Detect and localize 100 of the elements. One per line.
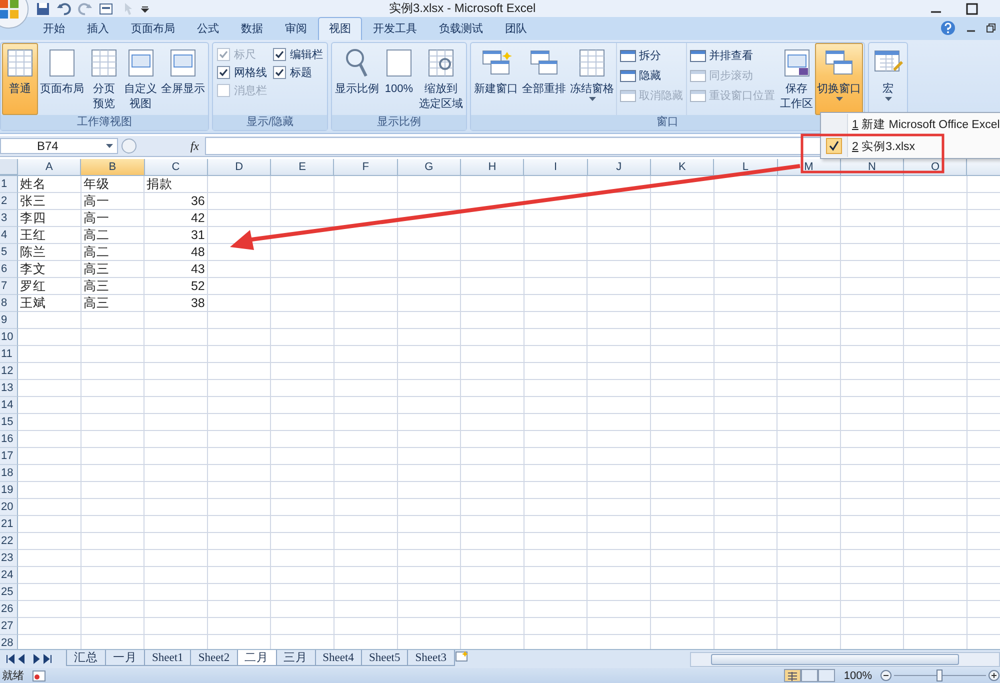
table-cell: 高一: [83, 193, 110, 210]
ribbon-button[interactable]: 全部重排: [520, 43, 568, 115]
ribbon-button[interactable]: 普通: [2, 43, 38, 115]
row-header[interactable]: 2: [0, 193, 18, 210]
row-header[interactable]: 18: [0, 465, 18, 482]
row-header[interactable]: 3: [0, 210, 18, 227]
sheet-tab[interactable]: 一月: [105, 650, 145, 666]
ribbon-tab[interactable]: 插入: [76, 17, 120, 40]
ribbon-button[interactable]: 显示比例: [333, 43, 381, 115]
row-header[interactable]: 23: [0, 550, 18, 567]
column-header[interactable]: B: [81, 159, 145, 175]
sheet-tab[interactable]: 汇总: [66, 650, 106, 666]
row-header[interactable]: 17: [0, 448, 18, 465]
window-icon: [690, 90, 706, 102]
checkbox-option[interactable]: 标题: [273, 65, 323, 80]
ribbon-button[interactable]: 页面布局: [38, 43, 86, 115]
sheet-tab[interactable]: Sheet3: [407, 650, 455, 666]
ribbon-tab[interactable]: 数据: [230, 17, 274, 40]
row-header[interactable]: 7: [0, 278, 18, 295]
table-cell: 36: [190, 193, 205, 210]
row-header[interactable]: 1: [0, 176, 18, 193]
ribbon-button[interactable]: 冻结窗格: [568, 43, 616, 115]
row-header[interactable]: 10: [0, 329, 18, 346]
row-header[interactable]: 4: [0, 227, 18, 244]
column-header[interactable]: C: [144, 159, 208, 175]
ribbon-small-button[interactable]: 并排查看: [690, 47, 775, 64]
table-cell: 张三: [20, 193, 46, 210]
row-header[interactable]: 20: [0, 499, 18, 516]
ribbon-button[interactable]: 缩放到 选定区域: [417, 43, 465, 115]
row-header[interactable]: 11: [0, 346, 18, 363]
horizontal-scrollbar[interactable]: [690, 652, 1000, 666]
round-handle-icon[interactable]: [121, 138, 137, 154]
row-header[interactable]: 19: [0, 482, 18, 499]
table-cell: 高一: [83, 210, 110, 227]
row-header[interactable]: 27: [0, 618, 18, 635]
ribbon-tab[interactable]: 审阅: [274, 17, 318, 40]
sheet-tab[interactable]: Sheet4: [314, 650, 362, 666]
row-header[interactable]: 25: [0, 584, 18, 601]
view-buttons-icon[interactable]: [784, 669, 836, 682]
row-header[interactable]: 9: [0, 312, 18, 329]
name-box[interactable]: B74: [0, 138, 118, 154]
table-cell: 年级: [83, 176, 110, 193]
row-header[interactable]: 24: [0, 567, 18, 584]
menu-item[interactable]: 2 实例3.xlsx: [821, 135, 1000, 157]
zoom-level[interactable]: 100%: [844, 670, 872, 682]
row-header[interactable]: 12: [0, 363, 18, 380]
status-text: 就绪: [2, 669, 24, 683]
maximize-icon[interactable]: [966, 2, 978, 14]
row-header[interactable]: 28: [0, 635, 18, 649]
zoom-slider-icon[interactable]: [880, 669, 1000, 682]
restore-icon[interactable]: [986, 23, 996, 33]
ribbon-small-button[interactable]: 拆分: [620, 47, 683, 64]
undo-icon[interactable]: [57, 2, 71, 16]
customize-icon[interactable]: [141, 4, 149, 12]
row-header[interactable]: 13: [0, 380, 18, 397]
save-icon[interactable]: [36, 2, 50, 16]
row-header[interactable]: 22: [0, 533, 18, 550]
caret-icon: [836, 97, 842, 101]
ribbon-button[interactable]: 100%: [381, 43, 417, 115]
checkbox-option[interactable]: 网格线: [217, 65, 267, 80]
sheet-tab[interactable]: Sheet2: [190, 650, 238, 666]
row-header[interactable]: 6: [0, 261, 18, 278]
ribbon-tab[interactable]: 视图: [318, 17, 362, 40]
ribbon-tab[interactable]: 公式: [186, 17, 230, 40]
checkbox-option[interactable]: 编辑栏: [273, 47, 323, 62]
ribbon-tab[interactable]: 负载测试: [428, 17, 494, 40]
row-header[interactable]: 21: [0, 516, 18, 533]
row-header[interactable]: 15: [0, 414, 18, 431]
sheet-tab[interactable]: Sheet5: [360, 650, 408, 666]
ribbon-button[interactable]: 分页 预览: [86, 43, 122, 115]
ribbon-tab[interactable]: 开始: [32, 17, 76, 40]
form-icon[interactable]: [99, 2, 113, 16]
check-icon: [826, 138, 842, 154]
row-header[interactable]: 14: [0, 397, 18, 414]
insert-sheet-icon[interactable]: [454, 650, 470, 663]
row-header[interactable]: 16: [0, 431, 18, 448]
row-header[interactable]: 26: [0, 601, 18, 618]
window-icon: [620, 90, 636, 102]
ribbon-button[interactable]: 切换窗口: [815, 43, 863, 115]
ribbon-tab[interactable]: 页面布局: [120, 17, 186, 40]
ribbon-small-button[interactable]: 隐藏: [620, 67, 683, 84]
sheet-tab[interactable]: Sheet1: [144, 650, 192, 666]
ribbon-button[interactable]: 保存 工作区: [778, 43, 815, 115]
window-icon: [690, 50, 706, 62]
sheet-tab[interactable]: 二月: [236, 650, 277, 666]
record-macro-icon[interactable]: [32, 670, 46, 682]
insert-function-button[interactable]: fx: [140, 138, 202, 154]
row-header[interactable]: 8: [0, 295, 18, 312]
ribbon-tab[interactable]: 开发工具: [362, 17, 428, 40]
window-icon: [620, 70, 636, 82]
ribbon-button[interactable]: 全屏显示: [159, 43, 207, 115]
ribbon-button[interactable]: 自定义 视图: [122, 43, 159, 115]
ribbon-button[interactable]: 新建窗口: [472, 43, 520, 115]
row-header[interactable]: 5: [0, 244, 18, 261]
ribbon-tab[interactable]: 团队: [494, 17, 538, 40]
table-cell: 姓名: [20, 176, 46, 193]
help-icon[interactable]: [940, 20, 956, 36]
table-cell: 高二: [83, 227, 110, 244]
column-header[interactable]: J: [588, 159, 651, 175]
sheet-tab[interactable]: 三月: [276, 650, 316, 666]
